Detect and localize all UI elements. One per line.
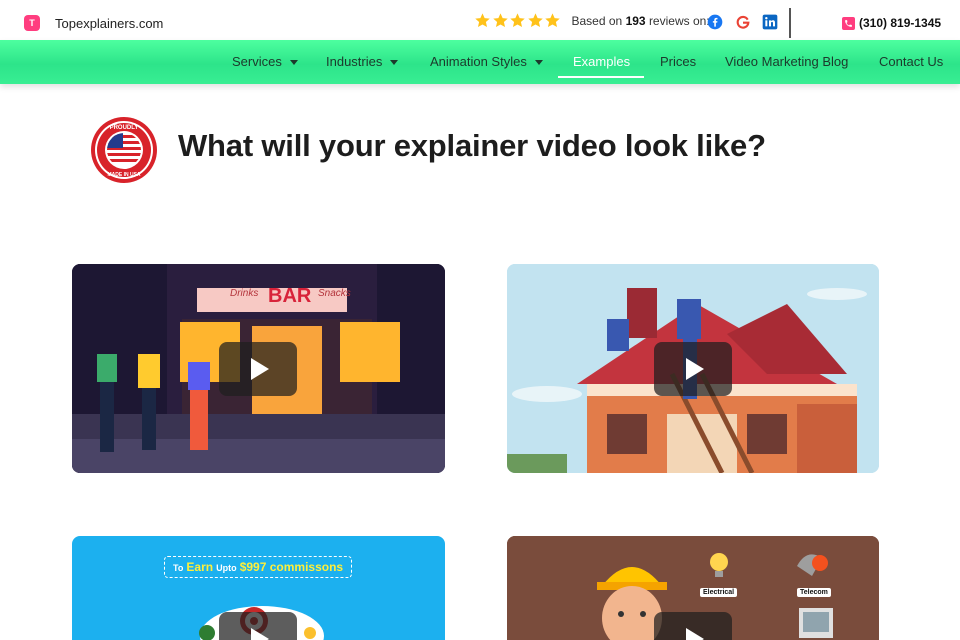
video-card-electrician[interactable]: Electrical Telecom (507, 536, 879, 640)
promo-earn: Earn (186, 560, 214, 574)
brand-logo-icon: T (24, 15, 40, 31)
badge-top-text: PROUDLY (110, 125, 139, 131)
linkedin-icon[interactable] (762, 14, 778, 30)
brand-name: Topexplainers.com (55, 15, 164, 31)
label-telecom: Telecom (797, 588, 831, 597)
nav-item-label: Animation Styles (430, 54, 527, 69)
page-title: What will your explainer video look like… (178, 128, 766, 163)
chevron-down-icon (289, 59, 298, 65)
nav-item-industries[interactable]: Industries (326, 54, 399, 69)
phone-number: (310) 819-1345 (859, 16, 942, 30)
phone-icon (842, 16, 855, 30)
rating-stars (474, 12, 562, 29)
phone-link[interactable]: (310) 819-1345 (842, 16, 941, 30)
nav-item-label: Industries (326, 54, 383, 69)
top-bar: T Topexplainers.com Based on 193 reviews… (0, 0, 960, 40)
bar-sign: BAR (268, 285, 312, 307)
facebook-icon[interactable] (707, 14, 723, 30)
video-card-roofing[interactable] (507, 264, 879, 473)
brand[interactable]: T Topexplainers.com (24, 15, 163, 31)
video-card-bar[interactable]: Drinks BAR Snacks (72, 264, 445, 473)
nav-item-services[interactable]: Services (232, 54, 298, 69)
nav-item-prices[interactable]: Prices (660, 54, 696, 69)
label-electrical: Electrical (700, 588, 738, 597)
play-button[interactable] (654, 342, 732, 396)
active-tab-underline (558, 76, 644, 78)
star-icon (492, 13, 508, 28)
reviews-text: Based on 193 reviews on: (572, 14, 710, 28)
made-in-usa-badge: PROUDLY MADE IN USA (91, 117, 157, 183)
nav-item-label: Prices (660, 54, 697, 69)
star-icon (510, 13, 525, 28)
play-button[interactable] (219, 342, 297, 396)
play-button[interactable] (219, 612, 297, 640)
star-icon (545, 13, 560, 28)
nav-item-label: Services (232, 54, 282, 69)
nav-item-contact-us[interactable]: Contact Us (879, 54, 943, 69)
header-divider (789, 8, 791, 38)
nav-item-label: Contact Us (879, 54, 944, 69)
nav-item-video-marketing-blog[interactable]: Video Marketing Blog (725, 54, 848, 69)
promo-prefix: To (173, 563, 184, 573)
bar-sign-left: Drinks (230, 288, 259, 299)
play-button[interactable] (654, 612, 732, 640)
promo-amount: $997 commissons (239, 560, 344, 574)
star-icon (475, 13, 490, 28)
chevron-down-icon (534, 59, 543, 65)
star-icon (527, 13, 543, 28)
badge-bottom-text: MADE IN USA (107, 172, 140, 178)
bar-sign-right: Snacks (318, 288, 351, 299)
google-icon[interactable] (735, 14, 751, 30)
reviews-count: 193 (625, 13, 646, 28)
promo-banner: To Earn Upto $997 commissons (164, 556, 353, 578)
reviews-prefix: Based on (571, 13, 623, 28)
main-nav: Services Industries Animation Styles Exa… (0, 40, 960, 84)
video-card-commissions[interactable]: To Earn Upto $997 commissons (72, 536, 445, 640)
nav-item-animation-styles[interactable]: Animation Styles (430, 54, 543, 69)
nav-item-label: Video Marketing Blog (725, 54, 849, 69)
nav-item-label: Examples (573, 54, 631, 69)
promo-upto: Upto (216, 563, 237, 573)
chevron-down-icon (390, 59, 399, 65)
reviews-suffix: reviews on: (648, 13, 710, 28)
nav-item-examples[interactable]: Examples (573, 54, 630, 69)
reviews-summary: Based on 193 reviews on: (474, 12, 710, 29)
